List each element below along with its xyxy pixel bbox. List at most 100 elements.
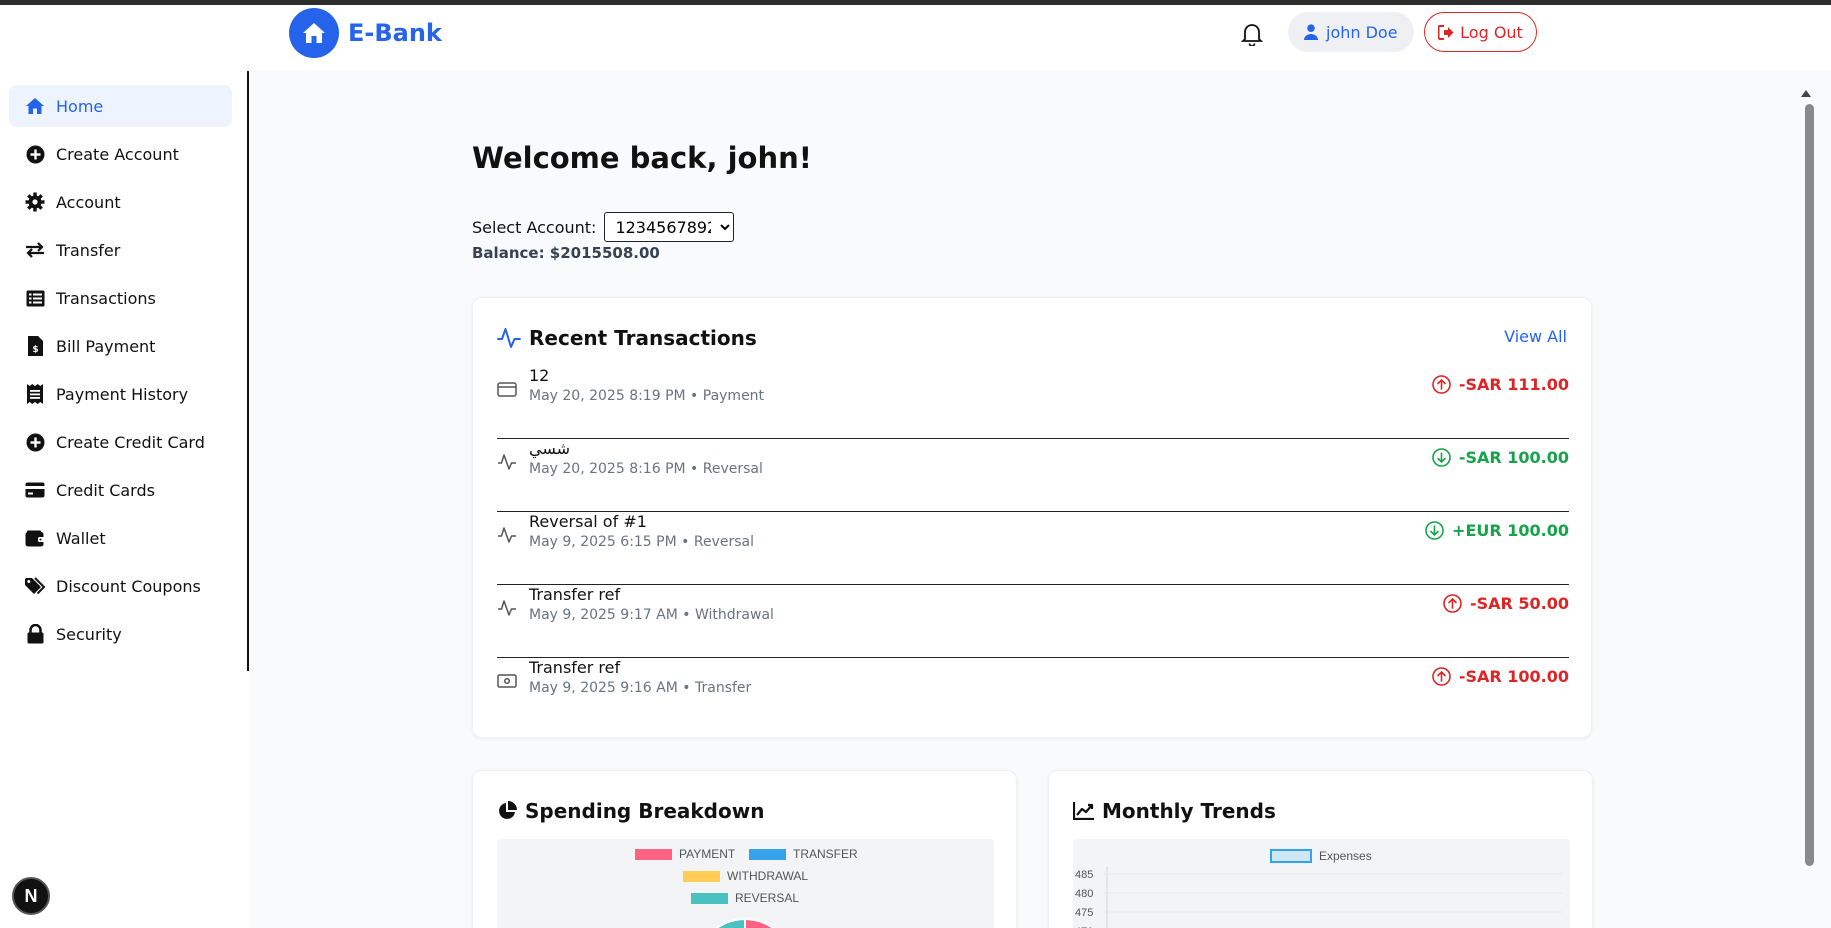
sidebar-item-label: Wallet — [56, 528, 106, 548]
transaction-name: Transfer ref — [529, 585, 621, 604]
pie-chart — [697, 917, 793, 928]
sidebar-item-transfer[interactable]: Transfer — [9, 229, 232, 271]
tags-icon — [24, 575, 46, 597]
pie-chart-icon — [499, 801, 517, 819]
activity-icon — [497, 598, 517, 618]
arrow-up-circle-icon — [1443, 594, 1462, 613]
exchange-icon — [24, 239, 46, 261]
card-icon — [497, 379, 517, 399]
scroll-up-arrow[interactable] — [1801, 90, 1811, 97]
transaction-meta: May 20, 2025 8:19 PM • Payment — [529, 388, 765, 404]
sidebar: Home Create Account Account Transfer Tra… — [0, 71, 249, 671]
arrow-down-circle-icon — [1425, 521, 1444, 540]
line-chart-icon — [1073, 802, 1094, 820]
sidebar-item-label: Credit Cards — [56, 480, 155, 500]
wallet-icon — [24, 527, 46, 549]
home-logo-icon — [289, 8, 339, 58]
sidebar-item-discount-coupons[interactable]: Discount Coupons — [9, 565, 232, 607]
transactions-list: 12 May 20, 2025 8:19 PM • Payment -SAR 1… — [497, 366, 1569, 731]
activity-icon — [497, 452, 517, 472]
transaction-amount: -SAR 100.00 — [1432, 448, 1569, 467]
scrollbar-thumb[interactable] — [1805, 104, 1814, 866]
receipt-icon — [24, 383, 46, 405]
sign-out-icon — [1438, 24, 1454, 40]
arrow-up-circle-icon — [1432, 375, 1451, 394]
list-item[interactable]: Transfer ref May 9, 2025 9:16 AM • Trans… — [497, 658, 1569, 731]
sidebar-item-label: Discount Coupons — [56, 576, 201, 596]
logout-label: Log Out — [1460, 22, 1523, 42]
transaction-name: Reversal of #1 — [529, 512, 647, 531]
sidebar-item-label: Account — [56, 192, 121, 212]
select-account-label: Select Account: — [472, 217, 597, 237]
monthly-trends-title: Monthly Trends — [1073, 799, 1276, 823]
transaction-name: 12 — [529, 366, 550, 385]
sidebar-item-transactions[interactable]: Transactions — [9, 277, 232, 319]
sidebar-item-home[interactable]: Home — [9, 85, 232, 127]
spending-chart: PAYMENT TRANSFER WITHDRAWAL REVERSAL — [497, 839, 994, 928]
sidebar-item-create-credit-card[interactable]: Create Credit Card — [9, 421, 232, 463]
brand[interactable]: E-Bank — [289, 8, 442, 58]
arrow-down-circle-icon — [1432, 448, 1451, 467]
lock-icon — [24, 623, 46, 645]
account-select[interactable]: 1234567892 — [604, 212, 735, 242]
sidebar-item-label: Bill Payment — [56, 336, 156, 356]
activity-icon — [497, 525, 517, 545]
sidebar-item-credit-cards[interactable]: Credit Cards — [9, 469, 232, 511]
recent-transactions-card: Recent Transactions View All 12 May 20, … — [472, 297, 1592, 738]
transaction-meta: May 9, 2025 6:15 PM • Reversal — [529, 534, 754, 550]
user-menu-button[interactable]: john Doe — [1288, 12, 1414, 52]
transaction-name: Transfer ref — [529, 658, 621, 677]
recent-transactions-title: Recent Transactions — [497, 326, 757, 350]
spending-breakdown-card: Spending Breakdown PAYMENT TRANSFER WITH… — [472, 770, 1017, 928]
list-icon — [24, 287, 46, 309]
transaction-name: شسي — [529, 439, 571, 458]
bell-icon[interactable] — [1239, 19, 1265, 49]
sidebar-item-label: Create Account — [56, 144, 179, 164]
credit-card-icon — [24, 479, 46, 501]
home-icon — [24, 95, 46, 117]
gear-icon — [24, 191, 46, 213]
sidebar-item-label: Payment History — [56, 384, 189, 404]
cash-icon — [497, 671, 517, 691]
y-tick-label: 480 — [1075, 888, 1093, 900]
transaction-meta: May 9, 2025 9:17 AM • Withdrawal — [529, 607, 774, 623]
brand-name: E-Bank — [348, 19, 442, 47]
list-item[interactable]: Transfer ref May 9, 2025 9:17 AM • Withd… — [497, 585, 1569, 658]
trends-chart: Expenses 485 480 475 470 — [1073, 839, 1570, 928]
sidebar-item-account[interactable]: Account — [9, 181, 232, 223]
spending-breakdown-title: Spending Breakdown — [497, 799, 764, 823]
y-tick-label: 485 — [1075, 869, 1093, 881]
monthly-trends-card: Monthly Trends Expenses 485 480 475 470 — [1048, 770, 1593, 928]
transaction-meta: May 9, 2025 9:16 AM • Transfer — [529, 680, 752, 696]
pie-slice-reversal[interactable] — [697, 917, 746, 928]
page-title: Welcome back, john! — [472, 141, 812, 175]
view-all-link[interactable]: View All — [1504, 327, 1567, 346]
logout-button[interactable]: Log Out — [1424, 12, 1537, 52]
plus-circle-icon — [24, 143, 46, 165]
next-dev-badge[interactable]: N — [12, 877, 50, 915]
svg-text:$: $ — [32, 345, 38, 355]
transaction-amount: -SAR 50.00 — [1443, 594, 1569, 613]
plus-circle-icon — [24, 431, 46, 453]
list-item[interactable]: Reversal of #1 May 9, 2025 6:15 PM • Rev… — [497, 512, 1569, 585]
sidebar-item-create-account[interactable]: Create Account — [9, 133, 232, 175]
account-selector: Select Account: 1234567892 — [472, 212, 735, 242]
arrow-up-circle-icon — [1432, 667, 1451, 686]
sidebar-item-security[interactable]: Security — [9, 613, 232, 655]
transaction-meta: May 20, 2025 8:16 PM • Reversal — [529, 461, 763, 477]
list-item[interactable]: 12 May 20, 2025 8:19 PM • Payment -SAR 1… — [497, 366, 1569, 439]
user-name: john Doe — [1326, 22, 1398, 42]
sidebar-item-wallet[interactable]: Wallet — [9, 517, 232, 559]
sidebar-item-label: Transactions — [56, 288, 156, 308]
sidebar-item-label: Home — [56, 96, 104, 116]
invoice-icon: $ — [24, 335, 46, 357]
transaction-amount: -SAR 111.00 — [1432, 375, 1569, 394]
transaction-amount: -SAR 100.00 — [1432, 667, 1569, 686]
transaction-amount: +EUR 100.00 — [1425, 521, 1569, 540]
sidebar-item-label: Create Credit Card — [56, 432, 205, 452]
sidebar-item-label: Transfer — [56, 240, 121, 260]
sidebar-item-bill-payment[interactable]: $ Bill Payment — [9, 325, 232, 367]
pie-slice-payment[interactable] — [744, 917, 793, 928]
sidebar-item-payment-history[interactable]: Payment History — [9, 373, 232, 415]
list-item[interactable]: شسي May 20, 2025 8:16 PM • Reversal -SAR… — [497, 439, 1569, 512]
